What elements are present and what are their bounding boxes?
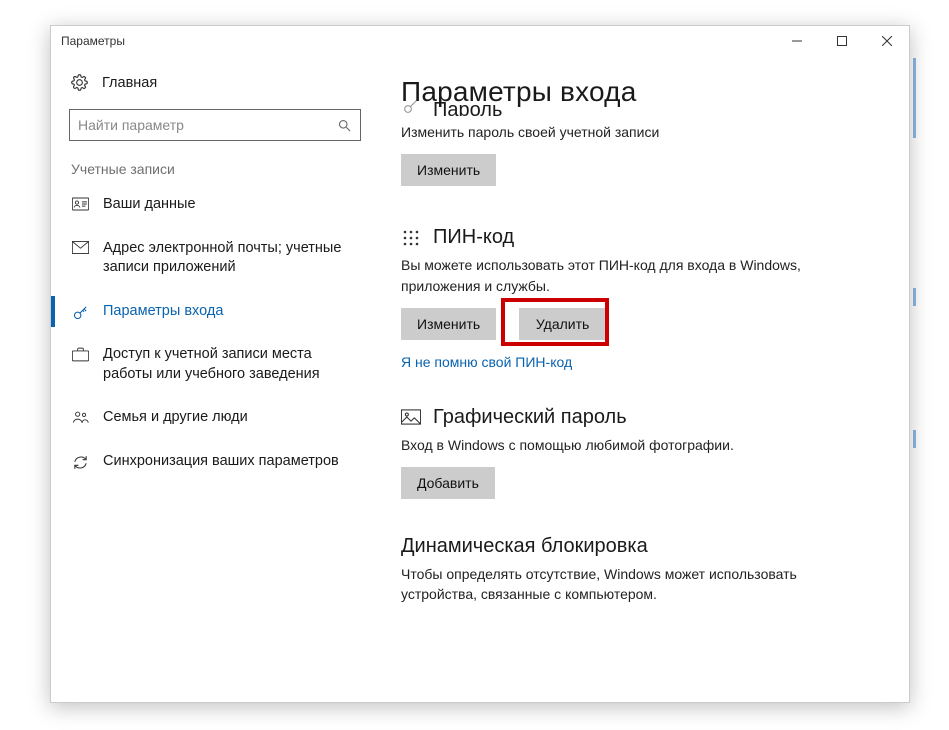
main-content: Параметры входа Пароль Изменить пароль с…	[379, 56, 909, 702]
keypad-icon	[401, 228, 421, 248]
window-controls	[774, 26, 909, 56]
sidebar-item-work-access[interactable]: Доступ к учетной записи места работы или…	[51, 333, 379, 396]
section-pin-title: ПИН-код	[433, 226, 514, 249]
gear-icon	[71, 74, 88, 91]
sidebar-item-label: Адрес электронной почты; учетные записи …	[103, 239, 359, 278]
maximize-button[interactable]	[819, 26, 864, 56]
picture-icon	[401, 407, 421, 427]
section-picture-header: Графический пароль	[401, 406, 887, 429]
sidebar-home-label: Главная	[102, 75, 157, 91]
close-button[interactable]	[864, 26, 909, 56]
key-icon	[401, 100, 421, 116]
sidebar-home[interactable]: Главная	[51, 66, 379, 99]
pin-forgot-link[interactable]: Я не помню свой ПИН-код	[401, 354, 572, 370]
sidebar-item-your-info[interactable]: Ваши данные	[51, 183, 379, 227]
people-icon	[71, 410, 89, 424]
picture-desc: Вход в Windows с помощью любимой фотогра…	[401, 435, 841, 455]
sidebar-item-label: Доступ к учетной записи места работы или…	[103, 345, 359, 384]
password-desc: Изменить пароль своей учетной записи	[401, 122, 841, 142]
pin-remove-button[interactable]: Удалить	[519, 308, 607, 340]
section-password-header: Пароль	[401, 100, 887, 116]
titlebar: Параметры	[51, 26, 909, 56]
pin-desc: Вы можете использовать этот ПИН-код для …	[401, 255, 841, 296]
key-icon	[71, 304, 89, 321]
dynamic-desc: Чтобы определять отсутствие, Windows мож…	[401, 564, 841, 605]
sidebar-item-label: Ваши данные	[103, 195, 196, 215]
window-title: Параметры	[61, 34, 774, 48]
pin-change-button[interactable]: Изменить	[401, 308, 496, 340]
sidebar-item-family[interactable]: Семья и другие люди	[51, 396, 379, 440]
sidebar: Главная Учетные записи Ваши данные	[51, 56, 379, 702]
mail-icon	[71, 241, 89, 254]
nav-group-title: Учетные записи	[51, 159, 379, 183]
settings-window: Параметры Главная	[50, 25, 910, 703]
sync-icon	[71, 454, 89, 471]
minimize-button[interactable]	[774, 26, 819, 56]
search-container	[69, 109, 361, 141]
person-card-icon	[71, 197, 89, 211]
search-icon	[337, 118, 352, 133]
section-dynamic-title: Динамическая блокировка	[401, 535, 887, 558]
section-pin-header: ПИН-код	[401, 226, 887, 249]
briefcase-icon	[71, 347, 89, 362]
sidebar-item-label: Параметры входа	[103, 302, 223, 322]
sidebar-item-label: Синхронизация ваших параметров	[103, 452, 339, 472]
section-password-title: Пароль	[433, 100, 502, 116]
section-picture-title: Графический пароль	[433, 406, 627, 429]
sidebar-item-email[interactable]: Адрес электронной почты; учетные записи …	[51, 227, 379, 290]
sidebar-item-sync[interactable]: Синхронизация ваших параметров	[51, 440, 379, 484]
picture-add-button[interactable]: Добавить	[401, 467, 495, 499]
password-change-button[interactable]: Изменить	[401, 154, 496, 186]
sidebar-item-sign-in-options[interactable]: Параметры входа	[51, 290, 379, 334]
sidebar-item-label: Семья и другие люди	[103, 408, 248, 428]
search-input[interactable]	[78, 117, 337, 133]
